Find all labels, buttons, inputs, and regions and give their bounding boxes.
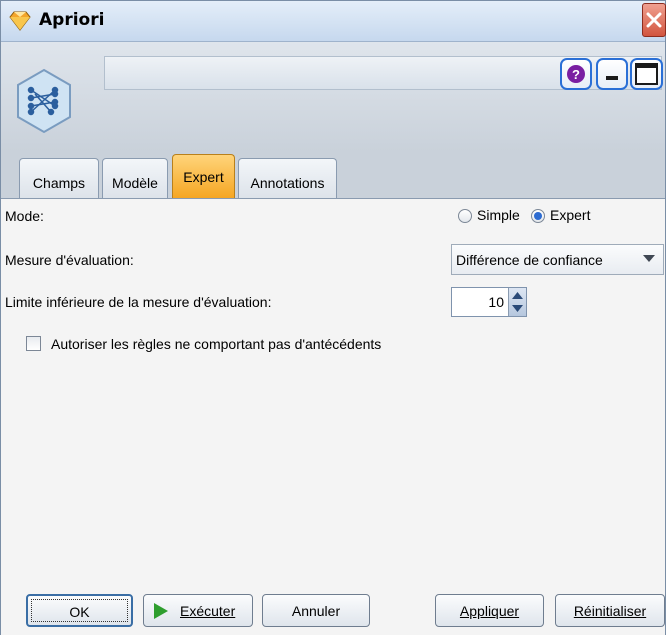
chevron-down-icon — [643, 255, 655, 262]
run-button[interactable]: Exécuter — [143, 594, 253, 627]
mode-expert-radio[interactable] — [531, 209, 545, 223]
svg-text:?: ? — [572, 67, 580, 82]
measure-label: Mesure d'évaluation: — [5, 252, 134, 268]
play-icon — [154, 603, 168, 619]
lower-limit-stepper[interactable]: 10 — [451, 287, 527, 317]
tab-expert[interactable]: Expert — [172, 154, 235, 198]
apriori-node-icon — [9, 11, 31, 31]
close-icon — [646, 12, 662, 28]
mode-simple-radio[interactable] — [458, 209, 472, 223]
window-title: Apriori — [39, 10, 105, 30]
maximize-button[interactable] — [630, 58, 663, 90]
allow-rules-checkbox[interactable] — [26, 336, 41, 351]
minimize-icon — [606, 76, 618, 80]
help-button[interactable]: ? — [560, 58, 592, 90]
maximize-icon — [635, 63, 658, 85]
measure-value: Différence de confiance — [456, 252, 603, 268]
mode-label: Mode: — [5, 208, 44, 224]
apriori-dialog: Apriori ? Champs Modèle Expert Annotatio… — [0, 0, 666, 635]
measure-dropdown[interactable]: Différence de confiance — [451, 244, 664, 275]
mode-simple-label[interactable]: Simple — [477, 207, 520, 223]
model-node-icon — [17, 68, 71, 134]
tab-champs[interactable]: Champs — [19, 158, 99, 198]
help-icon: ? — [567, 65, 585, 83]
apply-button[interactable]: Appliquer — [435, 594, 544, 627]
title-bar[interactable]: Apriori — [1, 1, 666, 42]
stepper-buttons[interactable] — [508, 288, 526, 316]
tab-modele[interactable]: Modèle — [102, 158, 168, 198]
lower-limit-value[interactable]: 10 — [488, 294, 504, 310]
cancel-button[interactable]: Annuler — [262, 594, 370, 627]
lower-limit-label: Limite inférieure de la mesure d'évaluat… — [5, 294, 272, 310]
spin-up-icon[interactable] — [512, 292, 523, 299]
close-button[interactable] — [642, 3, 666, 37]
reset-button[interactable]: Réinitialiser — [555, 594, 665, 627]
tab-annotations[interactable]: Annotations — [238, 158, 337, 198]
spin-down-icon[interactable] — [512, 305, 523, 312]
mode-expert-label[interactable]: Expert — [550, 207, 590, 223]
node-header: ? — [1, 42, 665, 152]
allow-rules-label[interactable]: Autoriser les règles ne comportant pas d… — [51, 336, 381, 352]
ok-button[interactable]: OK — [26, 594, 133, 627]
minimize-button[interactable] — [596, 58, 628, 90]
